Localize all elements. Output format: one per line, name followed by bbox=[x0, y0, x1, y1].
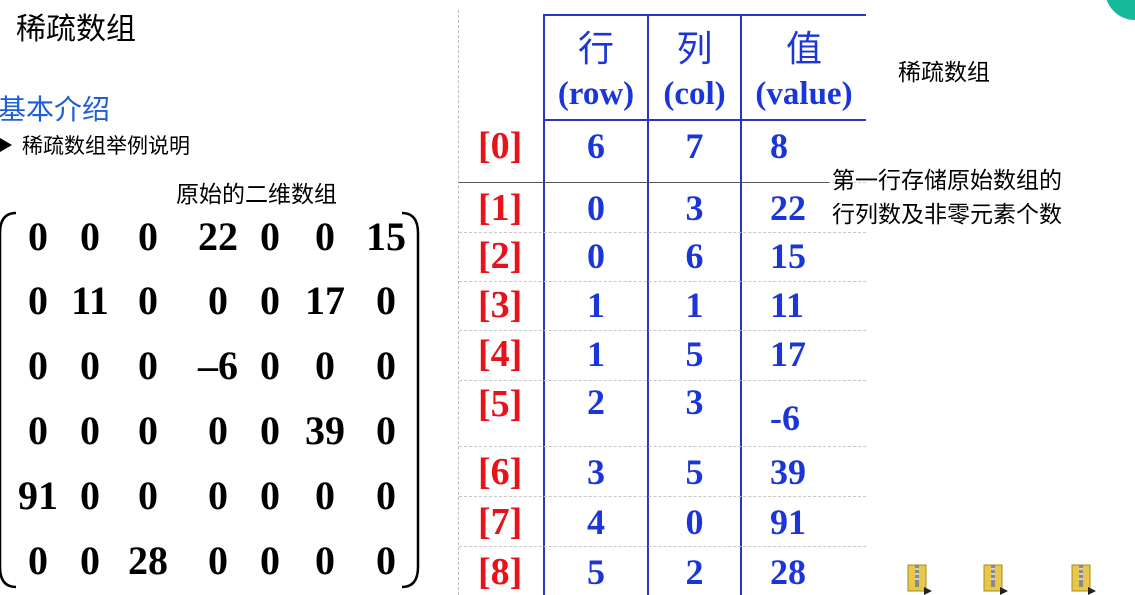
matrix-cell: 39 bbox=[305, 408, 345, 453]
matrix-cell: 0 bbox=[80, 408, 100, 453]
corner-decoration bbox=[1105, 0, 1135, 20]
table-row-index: [3] bbox=[478, 284, 523, 326]
table-row-index: [4] bbox=[478, 333, 523, 375]
matrix-cell: 0 bbox=[138, 278, 158, 323]
first-row-divider bbox=[459, 182, 829, 183]
slide-title: 稀疏数组 bbox=[16, 12, 136, 47]
table-row-index: [2] bbox=[478, 235, 523, 277]
matrix-cell: 15 bbox=[366, 214, 406, 259]
table-cell-col: 1 bbox=[685, 285, 704, 325]
table-cell-value: 39 bbox=[770, 452, 806, 492]
bullet-item: 稀疏数组举例说明 bbox=[0, 130, 190, 160]
matrix-cell: 0 bbox=[376, 278, 396, 323]
table-header-cn: 值 bbox=[785, 29, 822, 70]
table-cell-row: 5 bbox=[587, 552, 605, 592]
table-row-index: [7] bbox=[478, 501, 523, 543]
table-cell-col: 5 bbox=[685, 452, 704, 492]
table-cell-value: 17 bbox=[770, 334, 806, 374]
bullet-arrow-icon bbox=[0, 138, 12, 152]
table-cell-value: 8 bbox=[770, 126, 788, 166]
matrix-cell: 11 bbox=[71, 278, 109, 323]
table-cell-col: 0 bbox=[685, 502, 704, 542]
matrix-cell: 28 bbox=[128, 538, 168, 583]
zip-file-icon[interactable] bbox=[1070, 563, 1098, 595]
matrix-cell: 0 bbox=[376, 408, 396, 453]
table-cell-row: 0 bbox=[587, 188, 605, 228]
original-matrix: 0 0 0 22 0 0 15 0 11 0 0 0 17 0 0 0 0 –6 0 0 0 0 0 0 0 0 39 0 91 0 0 0 0… bbox=[0, 205, 420, 595]
matrix-cell: 0 bbox=[376, 473, 396, 518]
table-row-index: [5] bbox=[478, 383, 523, 425]
table-row-index: [1] bbox=[478, 187, 523, 229]
table-cell-row: 1 bbox=[587, 334, 605, 374]
table-row-divider bbox=[459, 496, 866, 497]
matrix-cell: 0 bbox=[80, 538, 100, 583]
matrix-brackets bbox=[0, 211, 420, 589]
bullet-text: 稀疏数组举例说明 bbox=[22, 134, 190, 158]
table-cell-value: 28 bbox=[770, 552, 806, 592]
table-row-index: [6] bbox=[478, 451, 523, 493]
matrix-cell: 0 bbox=[376, 343, 396, 388]
table-cell-row: 2 bbox=[587, 382, 605, 422]
matrix-label: 原始的二维数组 bbox=[176, 182, 337, 208]
matrix-cell: 0 bbox=[80, 214, 100, 259]
matrix-cell: 0 bbox=[138, 473, 158, 518]
table-cell-row: 4 bbox=[587, 502, 605, 542]
matrix-cell: 0 bbox=[315, 214, 335, 259]
table-cell-row: 1 bbox=[587, 285, 605, 325]
note-line-1: 第一行存储原始数组的 bbox=[832, 168, 1062, 194]
table-cell-row: 6 bbox=[587, 126, 605, 166]
matrix-cell: 0 bbox=[376, 538, 396, 583]
matrix-cell: 17 bbox=[305, 278, 345, 323]
zip-file-icon[interactable] bbox=[906, 563, 934, 595]
table-header-en: (row) bbox=[557, 76, 635, 112]
matrix-cell: 0 bbox=[138, 343, 158, 388]
matrix-cell: 0 bbox=[80, 473, 100, 518]
table-header-en: (col) bbox=[663, 76, 726, 112]
matrix-cell: 0 bbox=[138, 408, 158, 453]
table-row-divider bbox=[459, 281, 866, 282]
table-cell-value: 15 bbox=[770, 236, 806, 276]
table-cell-col: 6 bbox=[685, 236, 704, 276]
table-cell-value: 11 bbox=[770, 285, 805, 325]
table-row-divider bbox=[459, 546, 866, 547]
table-cell-value: 91 bbox=[770, 502, 806, 542]
table-cell-col: 2 bbox=[685, 552, 704, 592]
matrix-cell: 0 bbox=[80, 343, 100, 388]
table-header-en: (value) bbox=[755, 76, 853, 112]
table-cell-row: 0 bbox=[587, 236, 605, 276]
table-row-divider bbox=[459, 446, 866, 447]
table-cell-col: 3 bbox=[685, 382, 704, 422]
table-row-divider bbox=[459, 232, 866, 233]
table-row-index: [0] bbox=[478, 125, 523, 167]
section-heading: 基本介绍 bbox=[0, 93, 111, 126]
table-row-index: [8] bbox=[478, 551, 523, 593]
matrix-cell: 0 bbox=[315, 343, 335, 388]
zip-file-icon[interactable] bbox=[982, 563, 1010, 595]
table-header-cn: 列 bbox=[676, 29, 713, 70]
table-cell-value: 22 bbox=[770, 188, 806, 228]
table-cell-col: 5 bbox=[685, 334, 704, 374]
table-row-divider bbox=[459, 380, 866, 381]
table-cell-row: 3 bbox=[587, 452, 605, 492]
table-cell-col: 3 bbox=[685, 188, 704, 228]
table-cell-value: -6 bbox=[770, 398, 800, 438]
table-cell-col: 7 bbox=[685, 126, 704, 166]
note-line-2: 行列数及非零元素个数 bbox=[832, 202, 1062, 228]
matrix-cell: 0 bbox=[315, 538, 335, 583]
table-row-divider bbox=[459, 330, 866, 331]
table-left-border bbox=[458, 10, 459, 595]
sparse-note-title: 稀疏数组 bbox=[898, 60, 990, 86]
matrix-cell: 0 bbox=[138, 214, 158, 259]
matrix-cell: 0 bbox=[315, 473, 335, 518]
table-header-top-line bbox=[543, 14, 866, 16]
table-header-bottom-line bbox=[543, 119, 866, 121]
table-header-cn: 行 bbox=[577, 29, 614, 70]
